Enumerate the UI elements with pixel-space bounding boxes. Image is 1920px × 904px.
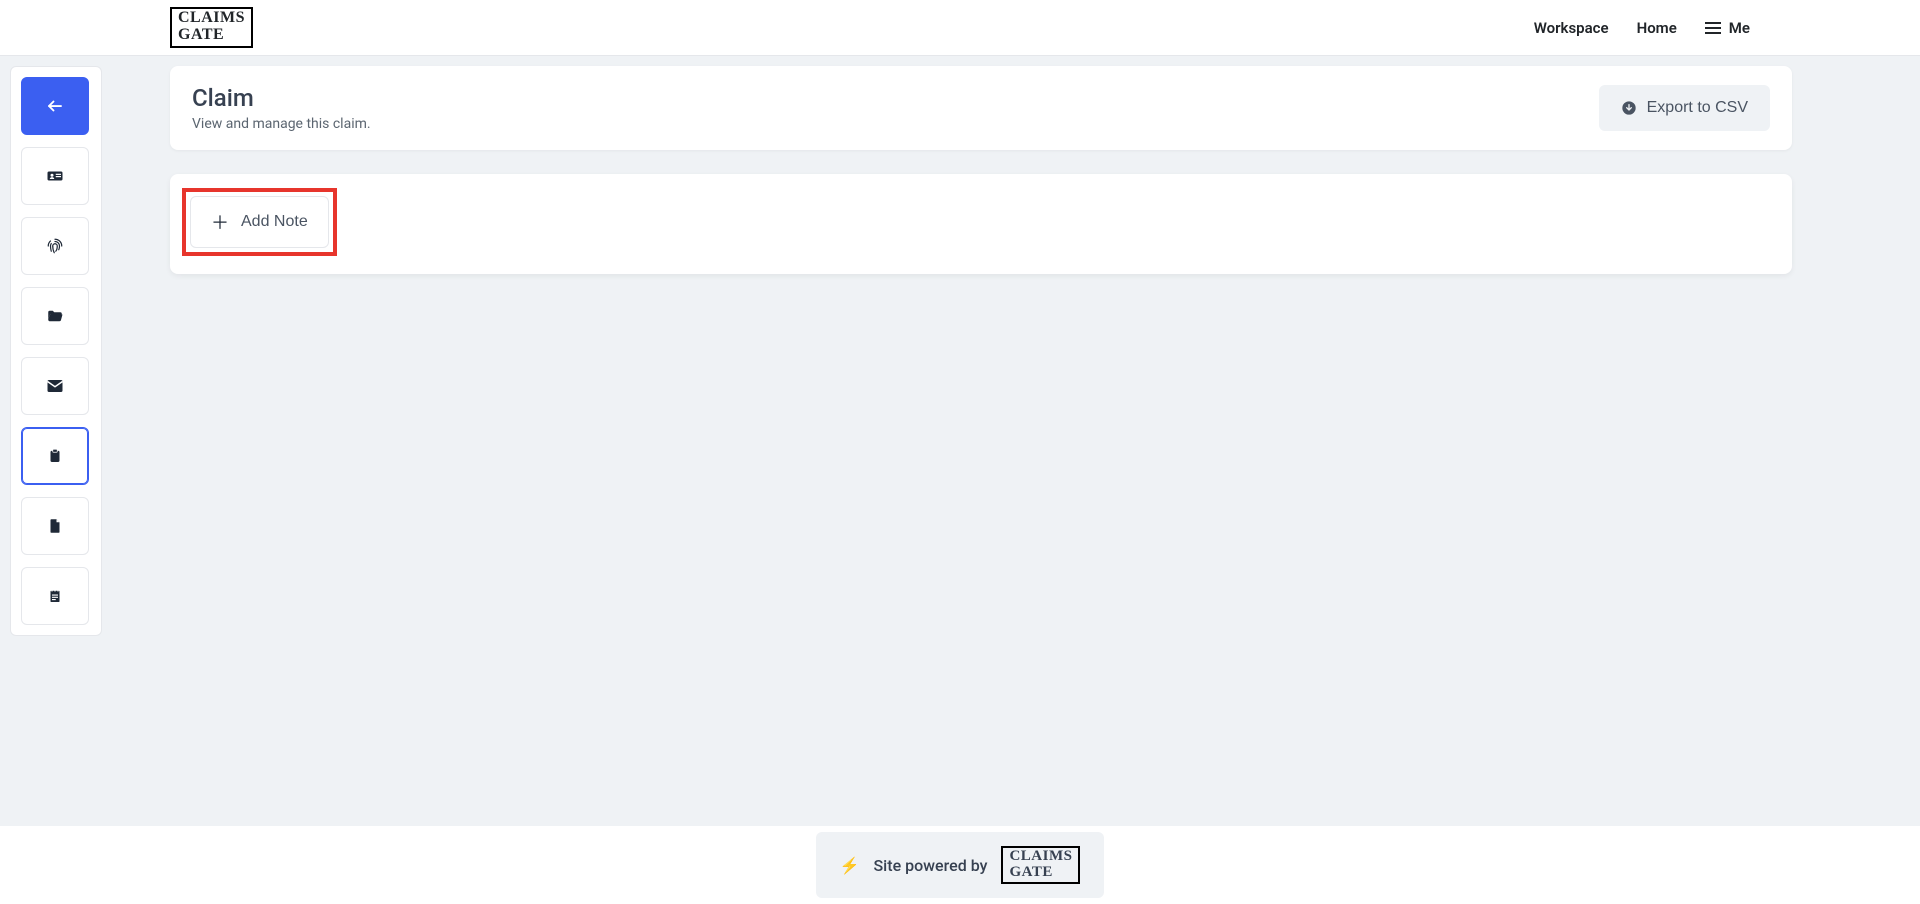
main-area: Claim View and manage this claim. Export… <box>0 56 1920 826</box>
sidebar-contact-button[interactable] <box>21 147 89 205</box>
sidebar-identity-button[interactable] <box>21 217 89 275</box>
notes-card: ＋ Add Note <box>170 174 1792 274</box>
id-card-icon <box>46 167 64 185</box>
sidebar-files-button[interactable] <box>21 287 89 345</box>
nav-workspace[interactable]: Workspace <box>1534 19 1609 37</box>
brand-line2: GATE <box>178 27 245 44</box>
nav-me[interactable]: Me <box>1705 19 1750 37</box>
arrow-left-icon <box>46 97 64 115</box>
nav-home[interactable]: Home <box>1637 19 1677 37</box>
folder-open-icon <box>46 307 64 325</box>
page-title: Claim <box>192 84 371 112</box>
sidebar-messages-button[interactable] <box>21 357 89 415</box>
claim-header-card: Claim View and manage this claim. Export… <box>170 66 1792 150</box>
clipboard-icon <box>46 447 64 465</box>
content: Claim View and manage this claim. Export… <box>170 66 1792 274</box>
download-circle-icon <box>1621 100 1637 116</box>
claim-header-text: Claim View and manage this claim. <box>192 84 371 132</box>
fingerprint-icon <box>46 237 64 255</box>
export-csv-label: Export to CSV <box>1647 99 1748 117</box>
add-note-button[interactable]: ＋ Add Note <box>190 196 329 248</box>
envelope-icon <box>46 377 64 395</box>
topbar: CLAIMS GATE Workspace Home Me <box>0 0 1920 56</box>
menu-icon <box>1705 22 1721 34</box>
sidebar <box>10 66 102 636</box>
footer-brand-line2: GATE <box>1009 865 1072 881</box>
footer-pill[interactable]: ⚡ Site powered by CLAIMS GATE <box>816 832 1105 899</box>
file-icon <box>46 517 64 535</box>
brand-line1: CLAIMS <box>178 10 245 27</box>
sidebar-documents-button[interactable] <box>21 497 89 555</box>
page-subtitle: View and manage this claim. <box>192 116 371 132</box>
footer-brand-logo: CLAIMS GATE <box>1001 846 1080 885</box>
nav-me-label: Me <box>1729 19 1750 37</box>
sidebar-tasks-button[interactable] <box>21 567 89 625</box>
brand-logo[interactable]: CLAIMS GATE <box>170 7 253 48</box>
notepad-icon <box>46 587 64 605</box>
footer-powered-by: Site powered by <box>873 856 987 875</box>
nav-right: Workspace Home Me <box>1534 19 1750 37</box>
sidebar-notes-button[interactable] <box>21 427 89 485</box>
plus-icon: ＋ <box>211 209 229 235</box>
footer-brand-line1: CLAIMS <box>1009 849 1072 865</box>
add-note-label: Add Note <box>241 213 308 231</box>
footer: ⚡ Site powered by CLAIMS GATE <box>0 826 1920 904</box>
bolt-icon: ⚡ <box>840 856 860 875</box>
export-csv-button[interactable]: Export to CSV <box>1599 85 1770 131</box>
add-note-highlight: ＋ Add Note <box>182 188 337 256</box>
sidebar-back-button[interactable] <box>21 77 89 135</box>
